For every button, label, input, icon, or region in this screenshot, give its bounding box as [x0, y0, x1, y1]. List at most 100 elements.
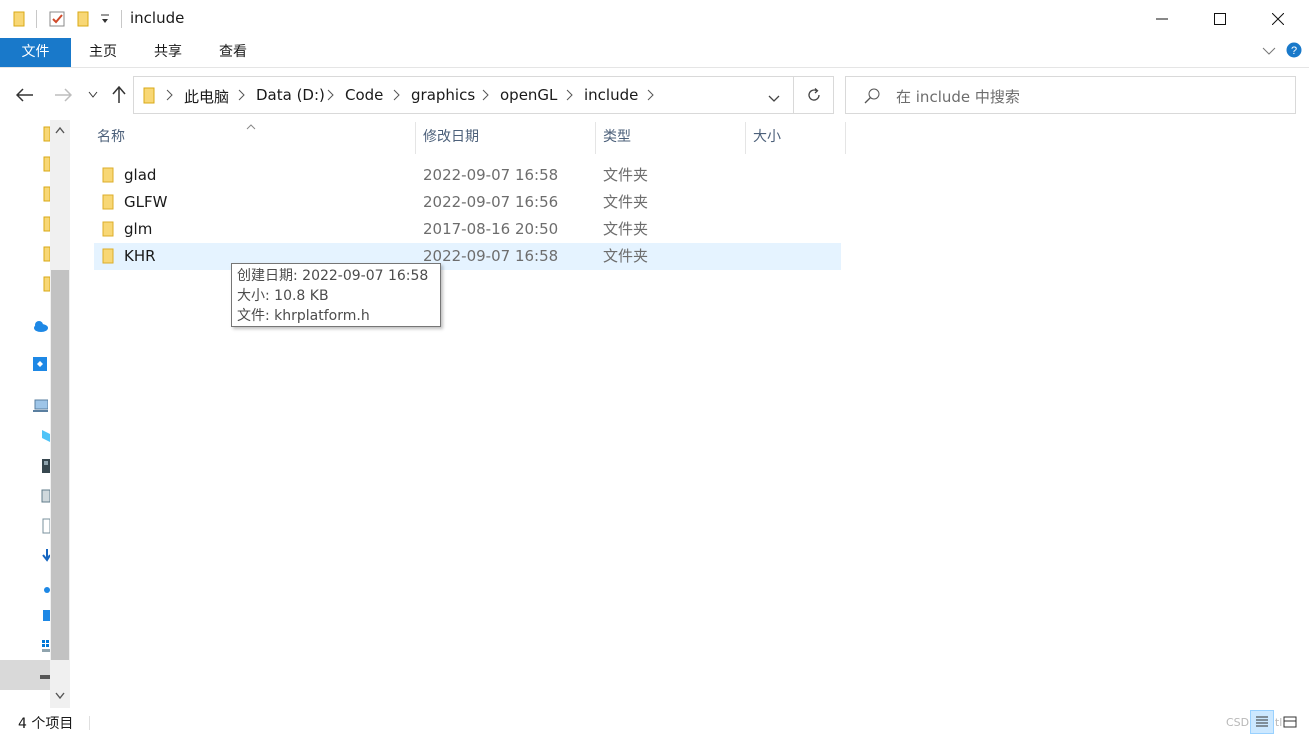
- large-icons-view-icon: [1283, 716, 1297, 728]
- status-divider: [89, 716, 90, 730]
- file-date: 2022-09-07 16:58: [423, 247, 559, 265]
- column-header-type[interactable]: 类型: [600, 122, 745, 152]
- breadcrumb-code[interactable]: Code: [345, 86, 383, 104]
- maximize-button[interactable]: [1191, 0, 1249, 38]
- scroll-down-icon[interactable]: [55, 692, 65, 700]
- quick-access-folder-icon[interactable]: [34, 126, 50, 142]
- back-button[interactable]: [12, 81, 38, 109]
- 3d-objects-icon[interactable]: [34, 428, 50, 444]
- svg-text:?: ?: [1291, 45, 1297, 57]
- details-view-button[interactable]: [1250, 710, 1274, 734]
- tooltip-created-date: 创建日期: 2022-09-07 16:58: [237, 268, 429, 284]
- tab-view[interactable]: 查看: [208, 38, 258, 67]
- column-divider[interactable]: [745, 122, 746, 154]
- column-divider[interactable]: [845, 122, 846, 154]
- quick-access-folder-icon[interactable]: [34, 186, 50, 202]
- nav-pane-scrollbar[interactable]: [50, 120, 70, 708]
- title-divider: [36, 10, 37, 28]
- folder-icon: [102, 248, 114, 264]
- column-divider[interactable]: [595, 122, 596, 154]
- quick-access-folder-icon[interactable]: [34, 276, 50, 292]
- properties-icon[interactable]: [48, 10, 66, 32]
- chevron-down-icon[interactable]: [1262, 44, 1276, 62]
- nav-selected-item[interactable]: [0, 660, 50, 690]
- file-info-tooltip: 创建日期: 2022-09-07 16:58 大小: 10.8 KB 文件: k…: [231, 263, 441, 327]
- scroll-up-icon[interactable]: [55, 126, 65, 134]
- address-bar[interactable]: 此电脑 Data (D:) Code graphics openGL inclu…: [133, 76, 794, 114]
- file-row-glm[interactable]: glm 2017-08-16 20:50 文件夹: [94, 216, 841, 243]
- new-folder-icon[interactable]: [76, 10, 90, 32]
- local-disk-icon[interactable]: [34, 638, 50, 654]
- large-icons-view-button[interactable]: [1278, 710, 1302, 734]
- file-name[interactable]: glad: [124, 162, 156, 189]
- column-divider[interactable]: [415, 122, 416, 154]
- column-header-date[interactable]: 修改日期: [420, 122, 595, 152]
- folder-icon: [12, 10, 26, 32]
- file-date: 2017-08-16 20:50: [423, 220, 559, 238]
- chevron-right-icon[interactable]: [327, 89, 335, 105]
- tooltip-files: 文件: khrplatform.h: [237, 308, 370, 324]
- breadcrumb-include[interactable]: include: [584, 86, 638, 104]
- details-view-icon: [1256, 716, 1268, 727]
- minimize-button[interactable]: [1133, 0, 1191, 38]
- app-shortcut-icon[interactable]: [32, 356, 48, 372]
- chevron-right-icon[interactable]: [647, 89, 655, 105]
- column-header-name[interactable]: 名称: [94, 122, 414, 152]
- chevron-right-icon[interactable]: [482, 89, 490, 105]
- file-row-glad[interactable]: glad 2022-09-07 16:58 文件夹: [94, 162, 841, 189]
- close-button[interactable]: [1249, 0, 1307, 38]
- this-pc-icon[interactable]: [32, 398, 48, 414]
- onedrive-icon[interactable]: [32, 318, 48, 334]
- chevron-right-icon[interactable]: [166, 89, 174, 105]
- file-row-khr[interactable]: KHR 2022-09-07 16:58 文件夹: [94, 243, 841, 270]
- chevron-right-icon[interactable]: [566, 89, 574, 105]
- file-type: 文件夹: [603, 247, 649, 265]
- quick-access-folder-icon[interactable]: [34, 156, 50, 172]
- search-icon: [864, 88, 880, 108]
- title-bar: include: [0, 0, 1309, 38]
- breadcrumb-graphics[interactable]: graphics: [411, 86, 475, 104]
- file-type: 文件夹: [603, 220, 649, 238]
- file-name[interactable]: KHR: [124, 243, 156, 270]
- up-button[interactable]: [106, 81, 132, 109]
- documents-icon[interactable]: [34, 518, 50, 534]
- breadcrumb-data-drive[interactable]: Data (D:): [256, 86, 325, 104]
- tab-home[interactable]: 主页: [78, 38, 128, 67]
- tab-file[interactable]: 文件: [0, 38, 71, 67]
- title-divider: [121, 10, 122, 28]
- item-count: 4 个项目: [18, 716, 74, 732]
- file-name[interactable]: glm: [124, 216, 152, 243]
- pictures-icon[interactable]: [34, 488, 50, 504]
- address-history-chevron-down-icon[interactable]: [768, 91, 780, 107]
- file-name[interactable]: GLFW: [124, 189, 167, 216]
- window-title: include: [130, 9, 185, 27]
- folder-icon: [102, 167, 114, 183]
- forward-button[interactable]: [50, 81, 76, 109]
- file-row-glfw[interactable]: GLFW 2022-09-07 16:56 文件夹: [94, 189, 841, 216]
- tab-share[interactable]: 共享: [143, 38, 193, 67]
- music-icon[interactable]: [34, 578, 50, 594]
- folder-icon: [102, 194, 114, 210]
- quick-access-folder-icon[interactable]: [34, 246, 50, 262]
- breadcrumb-opengl[interactable]: openGL: [500, 86, 557, 104]
- quick-access-folder-icon[interactable]: [34, 216, 50, 232]
- search-input[interactable]: 在 include 中搜索: [896, 86, 1020, 107]
- folder-icon: [102, 221, 114, 237]
- downloads-icon[interactable]: [34, 548, 50, 564]
- ribbon: 文件 主页 共享 查看 ?: [0, 38, 1309, 68]
- breadcrumb-this-pc[interactable]: 此电脑: [184, 86, 229, 107]
- search-box[interactable]: 在 include 中搜索: [845, 76, 1296, 114]
- chevron-right-icon[interactable]: [393, 89, 401, 105]
- chevron-right-icon[interactable]: [238, 89, 246, 105]
- file-type: 文件夹: [603, 193, 649, 211]
- videos-icon[interactable]: [34, 458, 50, 474]
- customize-toolbar-icon[interactable]: [100, 12, 110, 30]
- refresh-button[interactable]: [794, 76, 834, 114]
- desktop-icon[interactable]: [34, 608, 50, 624]
- scrollbar-thumb[interactable]: [51, 270, 69, 660]
- recent-locations-button[interactable]: [82, 81, 104, 109]
- help-icon[interactable]: ?: [1286, 42, 1302, 62]
- column-header-size[interactable]: 大小: [750, 122, 845, 152]
- column-headers: 名称 修改日期 类型 大小: [94, 122, 846, 154]
- tooltip-size: 大小: 10.8 KB: [237, 288, 329, 304]
